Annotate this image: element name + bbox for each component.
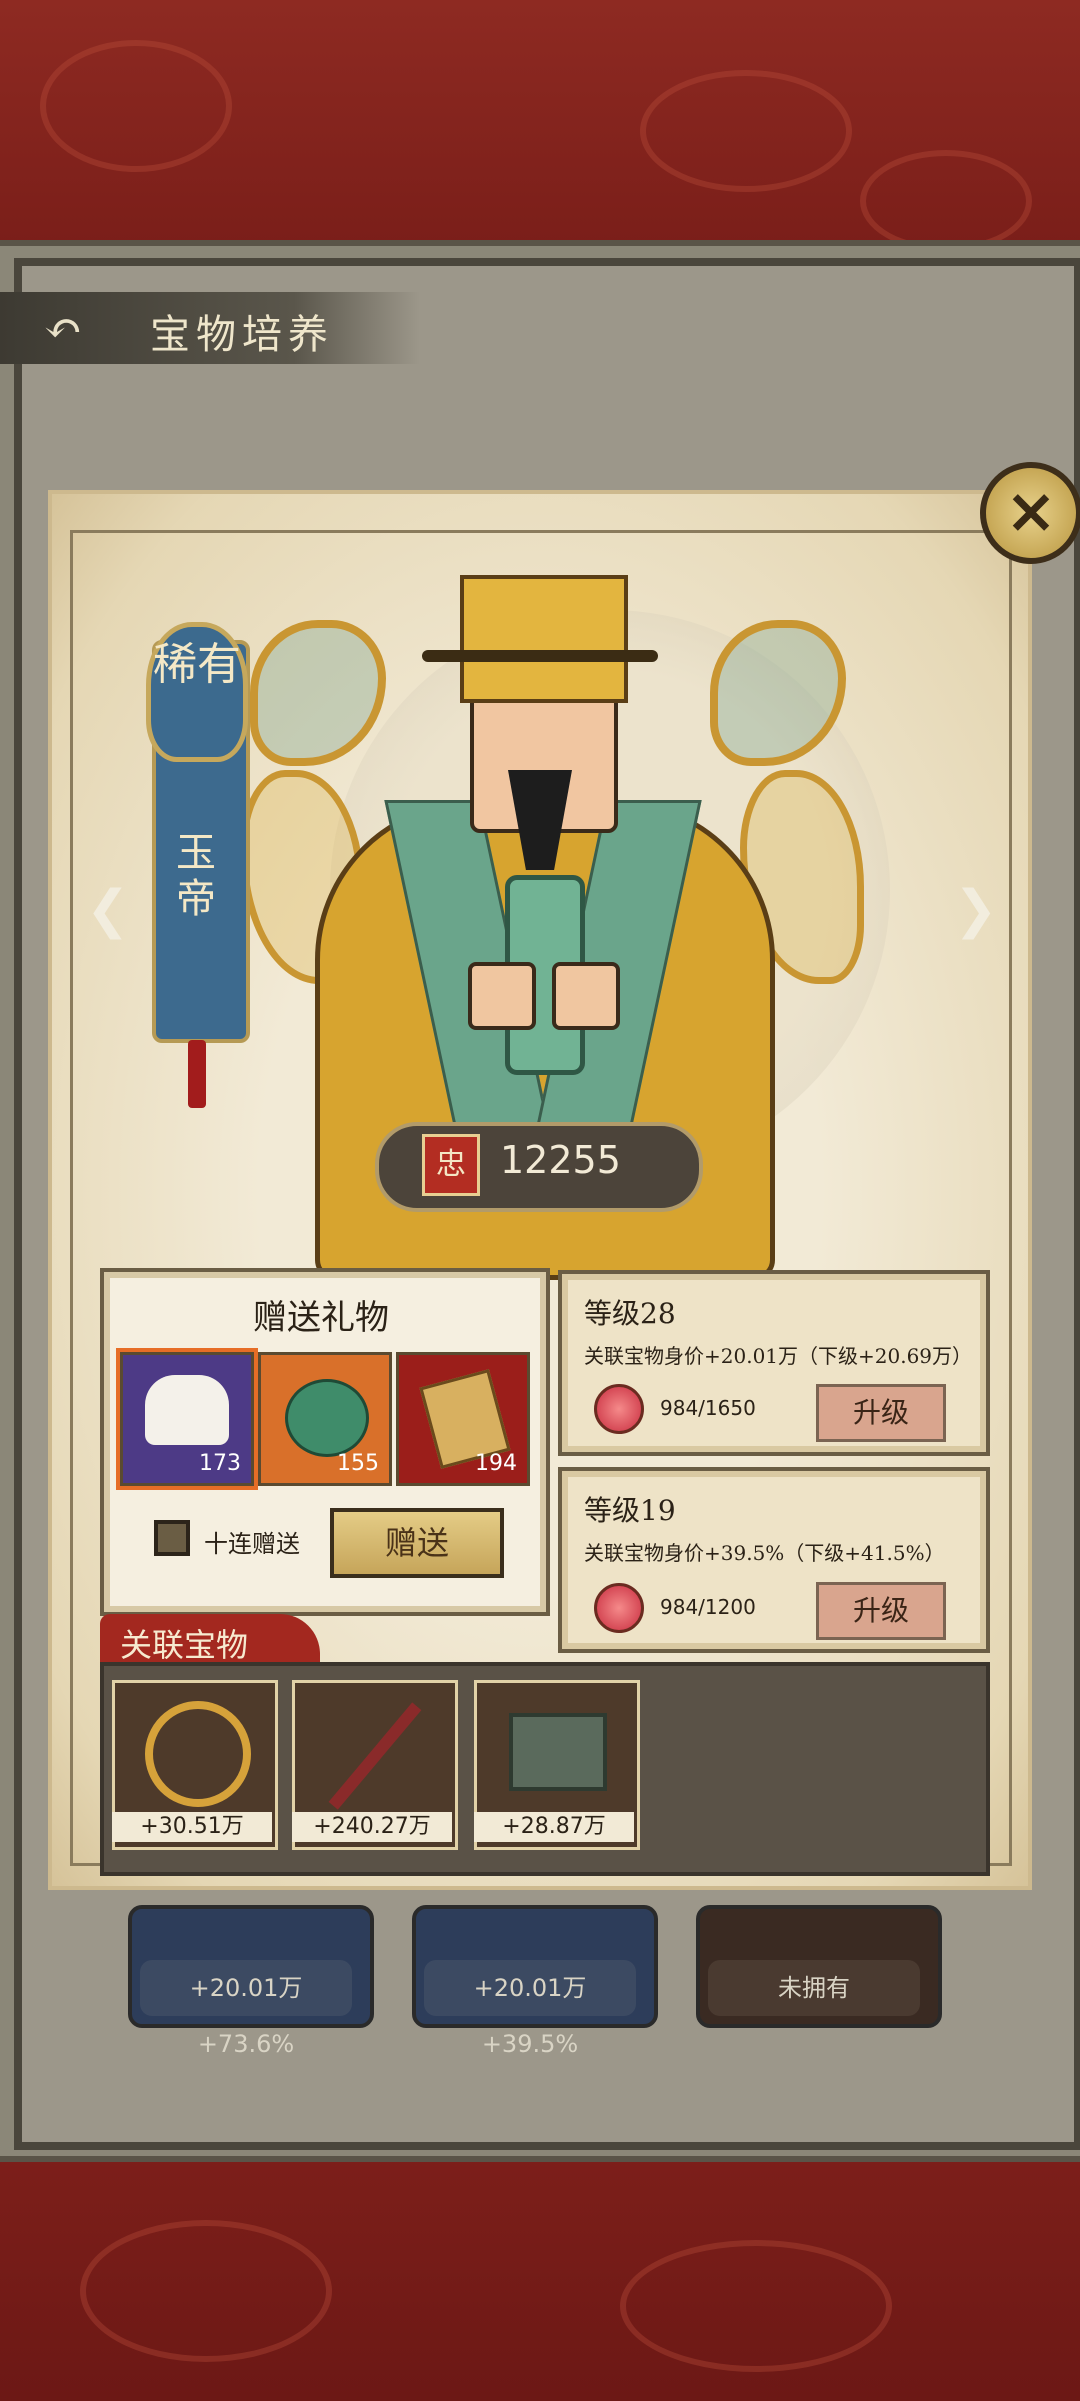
- chevron-left-icon[interactable]: ❮: [86, 880, 130, 940]
- background-card-label: 未拥有: [708, 1960, 920, 2016]
- cloud-decoration: [40, 40, 232, 172]
- ten-gift-checkbox[interactable]: [154, 1520, 190, 1556]
- level-progress: 984/1200: [660, 1595, 756, 1619]
- emperor-hand: [552, 962, 620, 1030]
- upgrade-button[interactable]: 升级: [816, 1384, 946, 1442]
- heart-icon: [594, 1583, 644, 1633]
- background-card-label: +20.01万 +39.5%: [424, 1960, 636, 2058]
- level-progress: 984/1650: [660, 1396, 756, 1420]
- heart-icon: [594, 1384, 644, 1434]
- emperor-crown: [460, 575, 628, 703]
- level-description: 关联宝物身价+20.01万（下级+20.69万）: [584, 1344, 973, 1368]
- cloud-decoration: [860, 150, 1032, 252]
- sword-icon: [328, 1702, 422, 1810]
- back-arrow-icon[interactable]: ↶: [28, 300, 98, 356]
- related-treasure-value: +240.27万: [292, 1812, 452, 1842]
- banner-tassel: [188, 1040, 206, 1108]
- chevron-right-icon[interactable]: ❯: [954, 880, 998, 940]
- gift-count: 194: [475, 1451, 517, 1476]
- emperor-hand: [468, 962, 536, 1030]
- gift-item-cloth[interactable]: 173: [120, 1352, 254, 1486]
- cloud-decoration: [620, 2240, 892, 2372]
- level-description: 关联宝物身价+39.5%（下级+41.5%）: [584, 1541, 945, 1565]
- loyalty-value: 12255: [500, 1138, 621, 1182]
- cloud-decoration: [640, 70, 852, 192]
- related-treasure-value: +28.87万: [474, 1812, 634, 1842]
- gift-count: 173: [199, 1451, 241, 1476]
- cloud-decoration: [80, 2220, 332, 2362]
- crown-pin: [422, 650, 658, 662]
- gift-count: 155: [337, 1451, 379, 1476]
- cauldron-icon: [509, 1713, 607, 1791]
- related-treasures-title: 关联宝物: [120, 1626, 249, 1664]
- loyalty-icon: 忠: [422, 1134, 480, 1196]
- gift-title: 赠送礼物: [253, 1298, 389, 1338]
- gift-item-gold[interactable]: 194: [396, 1352, 530, 1486]
- send-gift-button[interactable]: 赠送: [330, 1508, 504, 1578]
- ten-gift-label: 十连赠送: [204, 1530, 300, 1558]
- upgrade-button[interactable]: 升级: [816, 1582, 946, 1640]
- gift-item-jade[interactable]: 155: [258, 1352, 392, 1486]
- related-treasure-value: +30.51万: [112, 1812, 272, 1842]
- character-name: 玉帝: [176, 830, 216, 922]
- bow-icon: [145, 1701, 251, 1807]
- page-title: 宝物培养: [150, 312, 334, 358]
- level-title: 等级28: [584, 1297, 676, 1330]
- jade-pendant-icon: [285, 1379, 369, 1457]
- cloth-icon: [145, 1375, 229, 1445]
- level-title: 等级19: [584, 1494, 676, 1527]
- background-card-label: +20.01万 +73.6%: [140, 1960, 352, 2058]
- close-icon[interactable]: ×: [980, 462, 1080, 564]
- rarity-badge: 稀有: [146, 622, 248, 762]
